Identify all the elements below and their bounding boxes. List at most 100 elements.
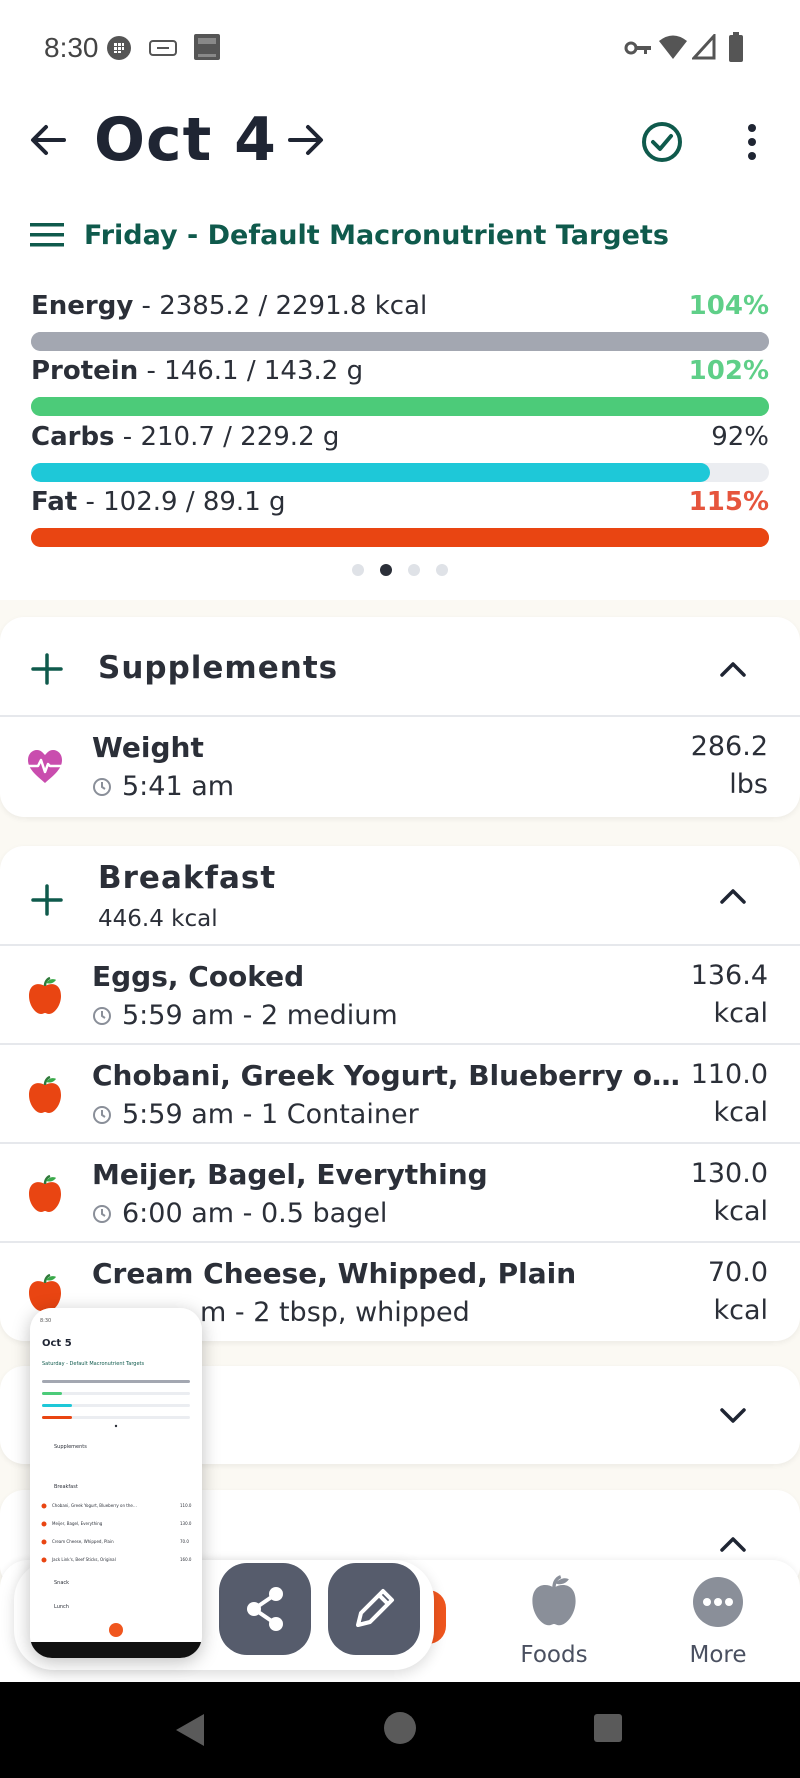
entry-time: m - 2 tbsp, whipped [200,1297,470,1328]
battery-icon [729,32,743,62]
thumb-food-value: 110.0 [180,1503,192,1508]
macro-protein: Protein - 146.1 / 143.2 g 102% [31,355,769,416]
clock-icon [93,1204,111,1223]
recents-button[interactable] [592,1712,624,1744]
entry-time: 5:59 am - 1 Container [122,1099,419,1130]
apple-icon [29,976,61,1014]
system-navigation-bar [0,1682,800,1778]
chevron-up-icon[interactable] [718,659,748,679]
entry-unit: kcal [713,1295,768,1326]
previous-day-button[interactable] [26,118,70,162]
back-button[interactable] [172,1710,208,1750]
apple-icon [29,1273,61,1311]
macro-percent: 104% [688,291,769,321]
apple-icon [532,1575,576,1626]
nav-label: Foods [520,1642,588,1668]
complete-day-button[interactable] [640,120,684,164]
macro-fat: Fat - 102.9 / 89.1 g 115% [31,486,769,547]
entry-unit: kcal [713,1097,768,1128]
food-entry[interactable]: Meijer, Bagel, Everything 6:00 am - 0.5 … [0,1144,800,1243]
nav-more[interactable]: More [658,1560,778,1682]
home-button[interactable] [382,1710,418,1746]
macro-percent: 92% [711,422,769,452]
entry-time: 6:00 am - 0.5 bagel [122,1198,388,1229]
entry-subtitle: m - 2 tbsp, whipped [200,1297,470,1328]
page-indicator[interactable] [0,564,800,576]
thumb-food-value: 160.0 [180,1557,192,1562]
entry-time: 5:41 am [122,771,235,802]
entry-value: 136.4 [690,960,768,991]
chevron-up-icon[interactable] [718,1534,748,1554]
macro-detail: - 2385.2 / 2291.8 kcal [133,291,428,321]
macro-progress-fill [31,332,769,351]
vpn-key-icon [624,41,651,55]
thumb-status: 8:30 [40,1318,51,1324]
macro-energy: Energy - 2385.2 / 2291.8 kcal 104% [31,290,769,351]
page-dot[interactable] [352,564,364,576]
cellular-signal-icon [692,34,716,60]
entry-title: Cream Cheese, Whipped, Plain [92,1257,577,1290]
entry-unit: kcal [713,998,768,1029]
macro-progress-fill [31,397,769,416]
clock-icon [93,1006,111,1025]
list-item[interactable]: Weight 5:41 am 286.2 lbs [0,717,800,816]
thumb-food: Jack Link's, Beef Sticks, Original [51,1557,116,1562]
thumb-date: Oct 5 [42,1338,72,1349]
page-dot-active[interactable] [380,564,392,576]
macro-progress-bar [31,463,769,482]
target-selector[interactable]: Friday - Default Macronutrient Targets [30,215,669,255]
page-dot[interactable] [408,564,420,576]
more-horizontal-icon [693,1577,743,1627]
apple-icon [29,1075,61,1113]
macro-name: Protein [31,356,139,386]
macro-name: Fat [31,487,78,517]
entry-time: 5:59 am - 2 medium [122,1000,398,1031]
entry-subtitle: 6:00 am - 0.5 bagel [92,1198,387,1229]
thumbnail-preview: 8:30 Oct 5 Saturday - Default Macronutri… [30,1308,202,1658]
share-screenshot-button[interactable] [219,1563,311,1655]
page-dot[interactable] [436,564,448,576]
more-options-button[interactable] [740,120,764,164]
target-label: Friday - Default Macronutrient Targets [84,219,669,251]
entry-subtitle: 5:41 am [92,771,234,802]
supplements-header[interactable]: Supplements [0,617,800,717]
macro-detail: - 210.7 / 229.2 g [114,422,340,452]
nav-label: More [689,1642,747,1668]
thumb-food-value: 70.0 [180,1539,189,1544]
clock-icon [93,1105,111,1124]
apple-icon [29,1174,61,1212]
chevron-up-icon[interactable] [718,886,748,906]
entry-value: 286.2 [690,731,768,762]
breakfast-header[interactable]: Breakfast 446.4 kcal [0,846,800,946]
macro-carbs: Carbs - 210.7 / 229.2 g 92% [31,421,769,482]
add-supplement-button[interactable] [30,652,64,686]
page-title: Oct 4 [94,105,277,175]
macro-progress-fill [31,463,710,482]
calendar-grid-icon [107,36,131,60]
section-title: Supplements [98,650,339,686]
entry-title: Chobani, Greek Yogurt, Blueberry on the… [92,1059,682,1092]
food-entry[interactable]: Eggs, Cooked 5:59 am - 2 medium 136.4 kc… [0,946,800,1045]
macro-progress-bar [31,528,769,547]
macro-progress-bar [31,332,769,351]
add-breakfast-button[interactable] [30,883,64,917]
entry-subtitle: 5:59 am - 2 medium [92,1000,398,1031]
entry-unit: kcal [713,1196,768,1227]
status-bar: 8:30 [0,0,800,96]
screenshot-thumbnail[interactable]: 8:30 Oct 5 Saturday - Default Macronutri… [30,1308,202,1658]
thumb-target: Saturday - Default Macronutrient Targets [42,1361,145,1367]
entry-title: Weight [92,731,204,764]
macro-percent: 102% [688,356,769,386]
nav-foods[interactable]: Foods [494,1560,614,1682]
next-day-button[interactable] [284,118,328,162]
supplements-card: Supplements Weight 5:41 am 286.2 lbs [0,617,800,817]
ticket-icon [149,40,177,56]
food-entry[interactable]: Chobani, Greek Yogurt, Blueberry on the…… [0,1045,800,1144]
pencil-icon [356,1589,394,1627]
heart-pulse-icon [28,750,62,783]
status-time: 8:30 [44,32,99,63]
edit-screenshot-button[interactable] [328,1563,420,1655]
entry-title: Meijer, Bagel, Everything [92,1158,488,1191]
chevron-down-icon[interactable] [718,1406,748,1426]
section-calories: 446.4 kcal [98,906,218,932]
